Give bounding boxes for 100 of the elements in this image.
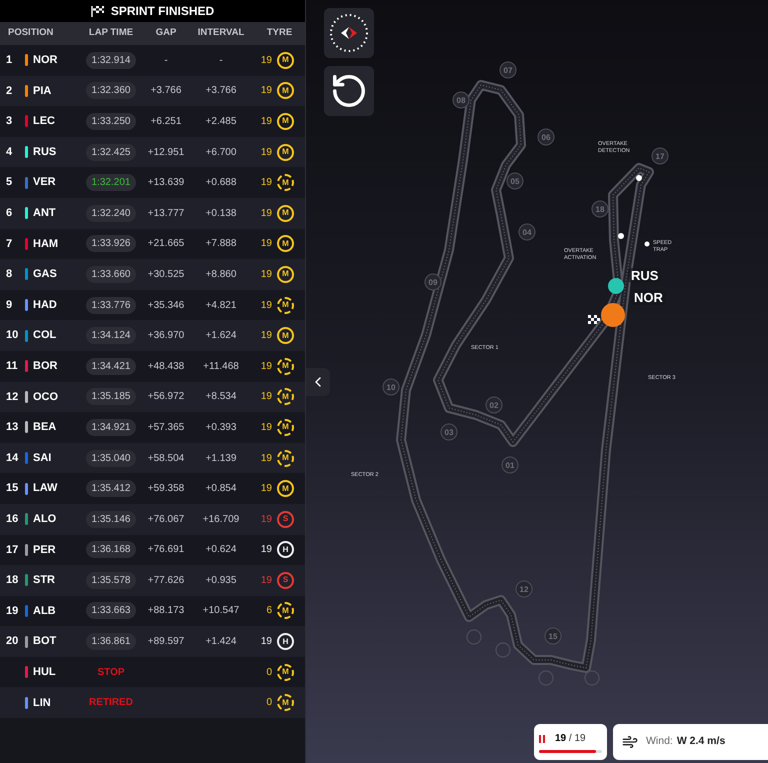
interval-value: +0.624	[206, 543, 236, 558]
position-number: 11	[5, 358, 19, 374]
gap-value: +58.504	[148, 452, 184, 466]
lap-time: 1:34.421	[86, 358, 136, 375]
column-header: TYRE	[266, 27, 292, 38]
driver-code: OCO	[33, 390, 58, 405]
gap-value: +12.951	[148, 146, 184, 160]
interval-value: +1.424	[206, 635, 236, 650]
gap-value: +6.251	[150, 114, 182, 129]
gap-value: +3.766	[150, 84, 182, 98]
tyre-laps: 19	[260, 176, 272, 190]
column-header: GAP	[156, 27, 176, 38]
gap-value: +13.777	[148, 206, 184, 221]
tyre-compound: M	[277, 602, 294, 620]
wind-label: Wind:	[646, 734, 673, 750]
interval-value: +10.547	[202, 604, 240, 618]
driver-code: SAI	[33, 450, 52, 466]
driver-code: BOT	[33, 634, 56, 650]
position-number: 8	[5, 267, 14, 282]
tyre-laps: 19	[260, 146, 272, 160]
position-number: 20	[5, 634, 20, 650]
lap-time: 1:35.412	[86, 480, 136, 498]
tyre-compound: H	[277, 633, 294, 650]
lap-time: 1:32.914	[86, 52, 136, 69]
driver-code: GAS	[33, 267, 57, 282]
interval-value: +8.860	[206, 268, 236, 282]
tyre-laps: 19	[260, 543, 272, 558]
position-number: 14	[5, 450, 20, 466]
column-header: INTERVAL	[198, 27, 244, 38]
interval-value: +0.688	[206, 176, 236, 190]
driver-code: LAW	[33, 481, 58, 496]
position-number: 5	[5, 175, 14, 190]
tyre-compound: M	[277, 266, 294, 283]
gap-value: +77.626	[148, 574, 184, 588]
tyre-laps: 19	[260, 268, 272, 282]
tyre-laps: 19	[260, 482, 272, 496]
driver-code: ANT	[33, 206, 56, 222]
tyre-laps: 19	[260, 329, 272, 344]
position-number: 18	[5, 573, 20, 588]
interval-value: +0.935	[206, 574, 236, 588]
tyre-laps: 19	[260, 298, 272, 313]
lap-time: 1:35.578	[86, 572, 136, 589]
interval-value: +6.700	[206, 146, 236, 160]
tyre-compound: M	[277, 388, 294, 406]
tyre-laps: 19	[260, 635, 272, 650]
driver-code: LIN	[33, 696, 51, 711]
lap-time: 1:33.926	[86, 235, 136, 252]
driver-code: BOR	[33, 358, 58, 374]
lap-time: 1:33.663	[86, 602, 136, 620]
tyre-laps: 6	[266, 604, 272, 618]
tyre-compound: M	[277, 694, 294, 712]
tyre-laps: 0	[266, 696, 272, 710]
turn-marker: 04	[518, 224, 536, 240]
gap-value: +36.970	[148, 329, 184, 344]
gap-value: +13.639	[148, 176, 184, 190]
interval-value: +3.766	[206, 84, 236, 98]
tyre-laps: 19	[260, 237, 272, 252]
position-number: 1	[5, 53, 14, 68]
turn-marker: 07	[500, 62, 516, 78]
car-label: NOR	[631, 290, 666, 305]
driver-code: COL	[33, 328, 56, 344]
lap-time: 1:32.425	[86, 144, 136, 161]
tyre-compound: H	[277, 541, 294, 558]
collapse-panel-button[interactable]	[306, 368, 330, 396]
lap-time: 1:32.240	[86, 204, 136, 222]
pause-icon	[539, 734, 545, 742]
tyre-compound: M	[277, 235, 294, 252]
column-header: LAP TIME	[88, 27, 134, 38]
driver-code: HUL	[33, 664, 56, 680]
marker-dot-icon	[618, 233, 624, 239]
compass-icon	[328, 12, 370, 54]
position-number: 7	[5, 236, 14, 252]
interval-value: +2.485	[206, 114, 236, 129]
marker-dot-icon	[644, 242, 650, 246]
tyre-compound: M	[277, 112, 294, 130]
lap-time: 1:34.921	[86, 418, 136, 436]
finish-flag-icon	[588, 315, 600, 324]
driver-code: ALB	[33, 604, 56, 619]
driver-code: LEC	[33, 114, 55, 130]
marker-dot-icon	[636, 175, 642, 181]
position-number: 3	[5, 114, 14, 130]
lap-time: 1:32.201	[86, 174, 136, 192]
car-label: RUS	[628, 268, 662, 283]
interval-value: +11.468	[203, 360, 239, 374]
gap-value: +21.665	[148, 237, 184, 252]
lap-time: 1:33.776	[86, 296, 136, 314]
turn-marker: 06	[538, 128, 554, 146]
interval-value: +0.393	[206, 420, 236, 435]
reset-view-button[interactable]	[324, 66, 374, 116]
tyre-laps: 19	[260, 114, 272, 129]
tyre-compound: M	[277, 480, 294, 498]
turn-marker: 08	[452, 92, 470, 108]
compass-button[interactable]	[324, 8, 374, 58]
gap-value: +76.691	[148, 543, 184, 558]
gap-value: +59.358	[148, 482, 184, 496]
tyre-laps: 19	[260, 360, 272, 374]
interval-value: +4.821	[206, 298, 236, 313]
position-number: 13	[5, 420, 20, 436]
position-number: 16	[5, 512, 20, 527]
lap-count: 19 / 19	[555, 732, 586, 746]
